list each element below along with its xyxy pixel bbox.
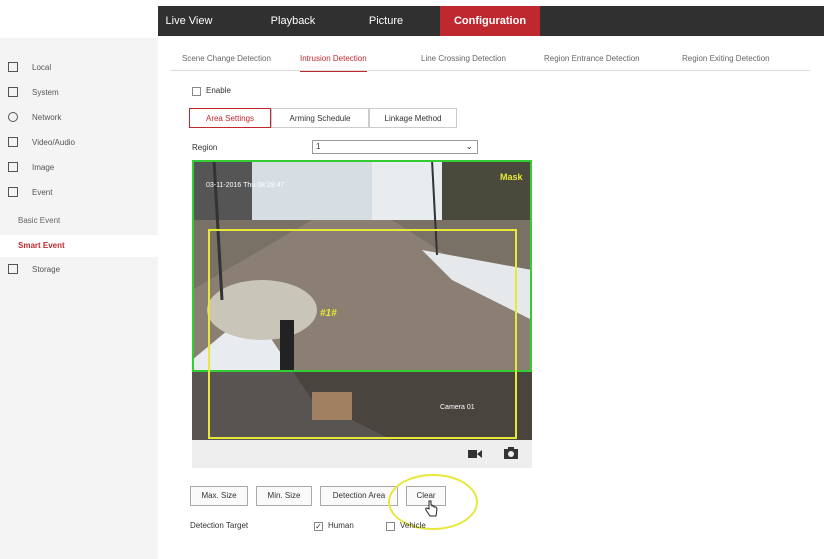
record-icon[interactable] [468,448,482,460]
event-icon [8,187,18,197]
camera-scene [192,160,532,440]
network-icon [8,112,18,122]
sidebar-item-label: Event [32,188,53,197]
region-select[interactable]: 1 ⌄ [312,140,478,154]
sidebar-item-label: System [32,88,59,97]
region-select-value: 1 [316,142,321,151]
nav-picture[interactable]: Picture [356,6,416,36]
sidebar-item-label: Image [32,163,55,172]
sidebar-item-label: Local [32,63,52,72]
video-timestamp: 03-11-2016 Thu 08:29:47 [206,182,285,189]
detection-target-label: Detection Target [190,521,249,530]
human-checkbox[interactable]: ✓ [314,522,323,531]
region-area-label: #1# [320,308,337,319]
video-audio-icon [8,137,18,147]
max-size-button[interactable]: Max. Size [190,486,248,506]
human-label: Human [328,521,354,530]
tab-region-entrance-detection[interactable]: Region Entrance Detection [544,48,640,70]
video-toolbar [192,440,532,468]
tab-region-exiting-detection[interactable]: Region Exiting Detection [682,48,770,70]
nav-playback[interactable]: Playback [254,6,332,36]
camera-name-label: Camera 01 [440,404,475,411]
mask-label: Mask [500,172,523,182]
nav-configuration[interactable]: Configuration [440,6,540,36]
sidebar-item-basic-event[interactable]: Basic Event [0,210,158,232]
system-icon [8,87,18,97]
vehicle-label: Vehicle [400,521,426,530]
sidebar-item-label: Network [32,113,62,122]
sidebar-item-system[interactable]: System [0,81,158,105]
sidebar-item-image[interactable]: Image [0,156,158,180]
storage-icon [8,264,18,274]
subtab-linkage-method[interactable]: Linkage Method [369,108,457,128]
min-size-button[interactable]: Min. Size [256,486,312,506]
enable-checkbox[interactable] [192,87,201,96]
sidebar-item-video-audio[interactable]: Video/Audio [0,131,158,155]
tab-intrusion-detection[interactable]: Intrusion Detection [300,48,367,72]
sidebar-item-network[interactable]: Network [0,106,158,130]
hand-cursor-icon [425,500,438,517]
region-label: Region [192,143,218,152]
monitor-icon [8,62,18,72]
subtab-area-settings[interactable]: Area Settings [189,108,271,128]
camera-icon[interactable] [504,447,518,459]
image-icon [8,162,18,172]
sidebar-subitem-label: Basic Event [18,216,61,225]
tab-line-crossing-detection[interactable]: Line Crossing Detection [421,48,506,70]
vehicle-checkbox[interactable] [386,522,395,531]
subtab-arming-schedule[interactable]: Arming Schedule [271,108,369,128]
sidebar-subitem-label: Smart Event [18,241,65,250]
sidebar-item-event[interactable]: Event [0,181,158,205]
sidebar-item-smart-event[interactable]: Smart Event [0,235,158,257]
sidebar-item-label: Storage [32,265,61,274]
tabs-divider [170,70,810,71]
sidebar-item-storage[interactable]: Storage [0,258,158,282]
enable-label: Enable [206,86,231,95]
tab-scene-change-detection[interactable]: Scene Change Detection [182,48,271,70]
sidebar-item-local[interactable]: Local [0,56,158,80]
detection-area-button[interactable]: Detection Area [320,486,398,506]
video-preview[interactable]: 03-11-2016 Thu 08:29:47 Mask #1# Camera … [192,160,532,440]
sidebar-item-label: Video/Audio [32,138,75,147]
nav-live-view[interactable]: Live View [160,6,218,36]
chevron-down-icon: ⌄ [465,141,473,151]
